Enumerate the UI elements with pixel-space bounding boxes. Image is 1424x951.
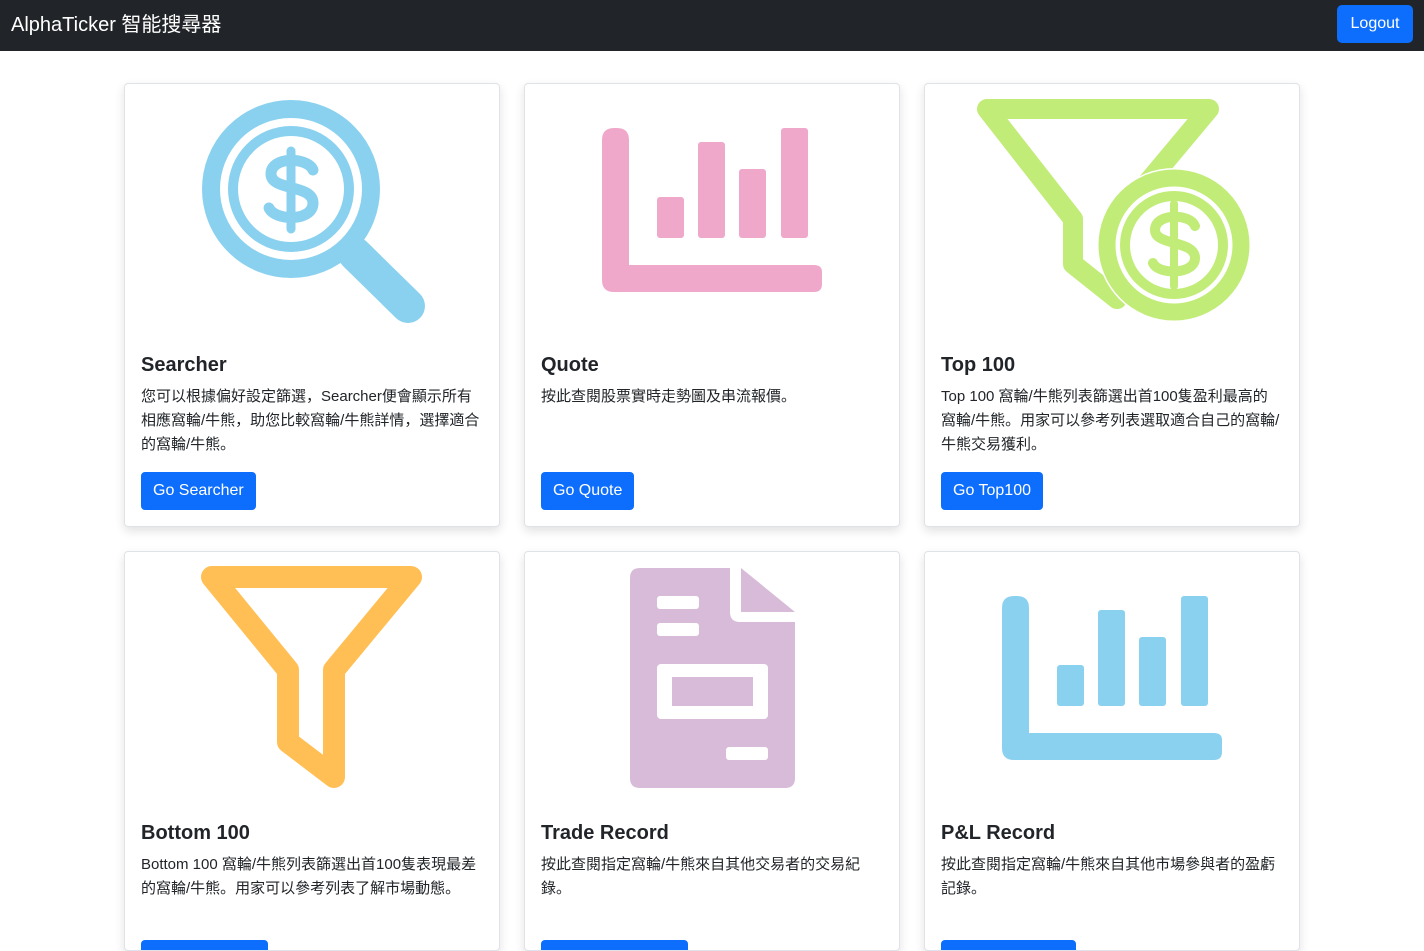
card-trade-record: Trade Record 按此查閱指定窩輪/牛熊來自其他交易者的交易紀錄。 Go… (524, 551, 900, 951)
dollar-search-icon (125, 84, 499, 334)
logout-button[interactable]: Logout (1337, 5, 1413, 43)
invoice-icon (525, 552, 899, 802)
card-top100: Top 100 Top 100 窩輪/牛熊列表篩選出首100隻盈利最高的窩輪/牛… (924, 83, 1300, 527)
card-bottom100: Bottom 100 Bottom 100 窩輪/牛熊列表篩選出首100隻表現最… (124, 551, 500, 951)
card-pl-record: P&L Record 按此查閱指定窩輪/牛熊來自其他市場參與者的盈虧記錄。 Go… (924, 551, 1300, 951)
card-title: Bottom 100 (141, 822, 250, 844)
card-quote: Quote 按此查閱股票實時走勢圖及串流報價。 Go Quote (524, 83, 900, 527)
go-top100-button[interactable]: Go Top100 (941, 472, 1043, 510)
go-quote-button[interactable]: Go Quote (541, 472, 635, 510)
funnel-icon (125, 552, 499, 802)
card-text: Bottom 100 窩輪/牛熊列表篩選出首100隻表現最差的窩輪/牛熊。用家可… (141, 856, 477, 897)
card-text: 按此查閱股票實時走勢圖及串流報價。 (541, 388, 797, 405)
card-searcher: Searcher 您可以根據偏好設定篩選，Searcher便會顯示所有相應窩輪/… (124, 83, 500, 527)
card-title: Quote (541, 354, 599, 376)
navbar: AlphaTicker 智能搜尋器 Logout (0, 0, 1424, 51)
card-title: P&L Record (941, 822, 1056, 844)
card-text: 按此查閱指定窩輪/牛熊來自其他交易者的交易紀錄。 (541, 856, 861, 897)
go-searcher-button[interactable]: Go Searcher (141, 472, 256, 510)
card-text: 您可以根據偏好設定篩選，Searcher便會顯示所有相應窩輪/牛熊，助您比較窩輪… (141, 388, 480, 453)
go-pl-record-button[interactable]: Go P&L Record (941, 940, 1077, 950)
bar-chart-icon (925, 552, 1299, 802)
brand-title[interactable]: AlphaTicker 智能搜尋器 (11, 12, 221, 38)
card-title: Top 100 (941, 354, 1016, 376)
go-trade-record-button[interactable]: Go Trade Record (541, 940, 688, 950)
funnel-dollar-icon (925, 84, 1299, 334)
card-title: Trade Record (541, 822, 669, 844)
card-text: 按此查閱指定窩輪/牛熊來自其他市場參與者的盈虧記錄。 (941, 856, 1276, 897)
go-bottom100-button[interactable]: Go Bottom100 (141, 940, 269, 950)
card-title: Searcher (141, 354, 227, 376)
card-text: Top 100 窩輪/牛熊列表篩選出首100隻盈利最高的窩輪/牛熊。用家可以參考… (941, 388, 1280, 453)
bar-chart-icon (525, 84, 899, 334)
